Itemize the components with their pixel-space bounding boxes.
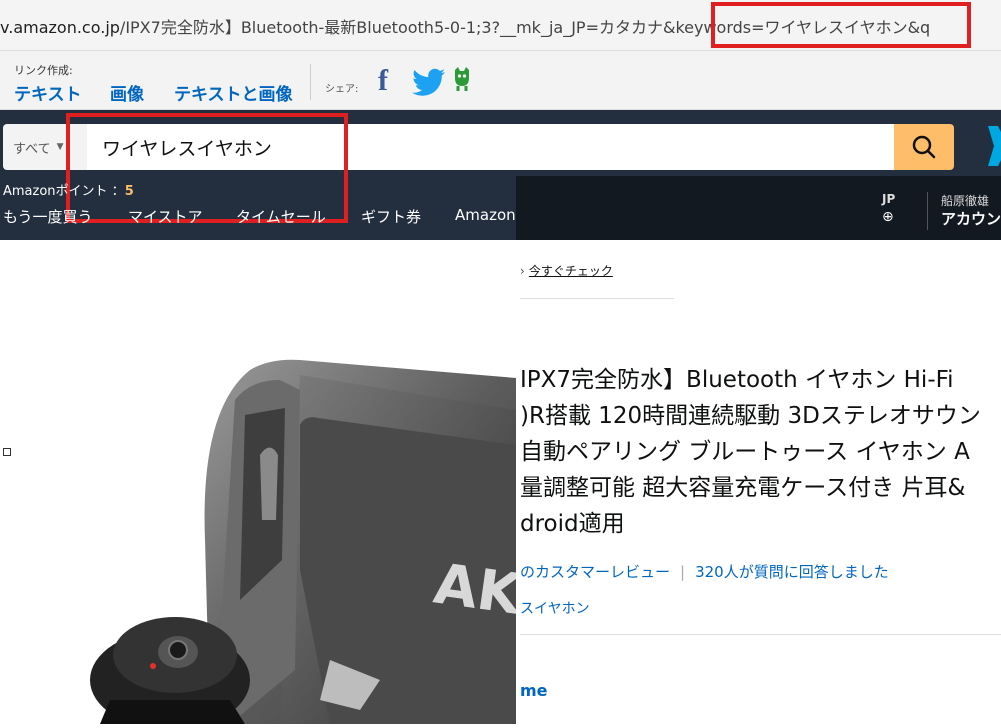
earbuds-case-image: AK [90,359,528,728]
points-label: Amazonポイント ： [3,184,125,199]
language-code[interactable]: JP [882,192,895,206]
reviews-separator: | [680,563,686,581]
link-text-image-option[interactable]: テキストと画像 [174,80,293,105]
nav-my-store[interactable]: マイストア [128,206,203,227]
customer-reviews-link[interactable]: のカスタマーレビュー [520,563,670,581]
url-query: ;3?__mk_ja_JP=カタカナ [476,18,663,37]
globe-icon[interactable]: ⊕ [882,209,894,225]
chevron-down-icon: ▼ [56,142,64,152]
breadcrumb-divider [520,298,674,299]
department-label: すべて [13,141,51,157]
product-title-line: IPX7完全防水】Bluetooth イヤホン Hi-Fi [520,367,954,393]
url-keyword-highlight-box [711,2,971,48]
chevron-right-icon: › [520,264,525,278]
category-link[interactable]: スイヤホン [520,598,590,618]
nav-time-sale[interactable]: タイムセール [236,206,326,227]
associates-stripe [0,51,1001,110]
nav-gift-card[interactable]: ギフト券 [361,206,421,227]
nav-divider [927,192,928,230]
section-divider [520,634,1001,635]
twitter-icon[interactable] [412,68,446,96]
link-text-option[interactable]: テキスト [14,80,82,105]
search-icon [912,135,936,159]
resize-handle[interactable] [3,448,11,456]
line-icon[interactable] [452,66,472,92]
amazon-points: Amazonポイント ：5 [3,180,134,199]
case-logo-text: AK [430,551,516,628]
stripe-divider [310,64,311,100]
product-title-line: 自動ペアリング ブルートゥース イヤホン A [520,439,970,465]
link-image-option[interactable]: 画像 [110,80,144,105]
account-label[interactable]: アカウン [941,208,1001,229]
facebook-icon[interactable]: f [378,64,388,98]
url-host: v.amazon.co.jp [0,18,120,37]
reviews-row: のカスタマーレビュー | 320人が質問に回答しました [520,561,889,582]
search-button[interactable] [894,124,954,170]
product-title-line: )R搭載 120時間連続駆動 3Dステレオサウン [520,403,981,429]
prime-logo-fragment [988,126,1001,166]
breadcrumb-link[interactable]: 今すぐチェック [529,264,613,278]
breadcrumb: › 今すぐチェック [520,262,613,279]
product-image[interactable]: AK [0,240,528,728]
amazon-subnav-right [516,176,1001,240]
nav-buy-again[interactable]: もう一度買う [3,206,93,227]
points-value: 5 [124,184,134,199]
answered-questions-link[interactable]: 320人が質問に回答しました [695,563,889,581]
prime-label: me [520,681,548,700]
product-title-line: droid適用 [520,511,625,537]
account-greeting[interactable]: 船原徹雄 [941,192,989,209]
link-create-label: リンク作成: [14,64,73,77]
share-label: シェア: [325,84,359,95]
url-path: /IPX7完全防水】Bluetooth-最新Bluetooth5-0-1 [119,18,477,37]
nav-amazon[interactable]: Amazon [455,206,516,224]
product-title-line: 量調整可能 超大容量充電ケース付き 片耳& [520,475,966,501]
